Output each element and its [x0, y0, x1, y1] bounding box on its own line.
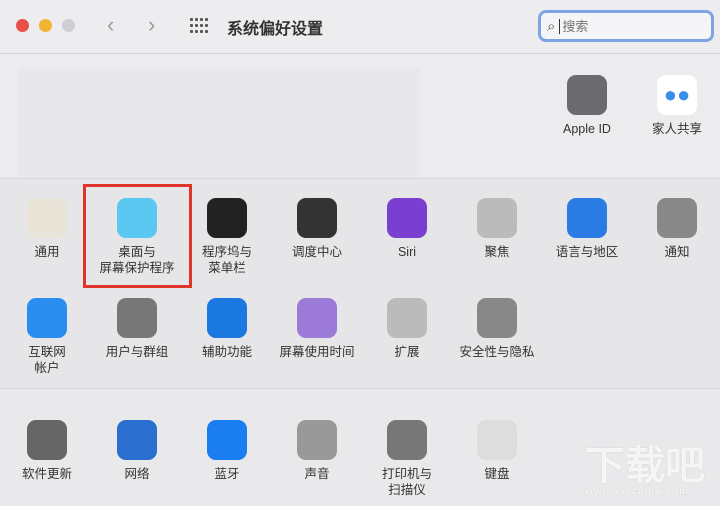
search-icon: ⌕ [547, 17, 556, 35]
pref-label: 屏幕使用时间 [279, 345, 355, 359]
pref-label: 键盘 [484, 467, 510, 481]
network-globe-icon [117, 420, 157, 460]
puzzle-icon [387, 298, 427, 338]
watermark: 下载吧 www.xiazaiba.com [585, 444, 705, 497]
accessibility-icon [207, 298, 247, 338]
highlight-box [83, 184, 192, 288]
pref-label: 声音 [304, 467, 330, 481]
globe-flag-icon [567, 198, 607, 238]
close-button[interactable] [16, 19, 29, 32]
pref-item[interactable]: 通知 [632, 198, 720, 260]
pref-label: 打印机与 扫描仪 [381, 467, 432, 497]
printer-icon [387, 420, 427, 460]
users-icon [117, 298, 157, 338]
bell-icon [657, 198, 697, 238]
pref-item[interactable]: 网络 [92, 420, 182, 482]
at-icon [27, 298, 67, 338]
pref-item[interactable]: 屏幕使用时间 [272, 298, 362, 360]
pref-item[interactable]: 扩展 [362, 298, 452, 360]
apple-icon [567, 75, 607, 115]
window-title: 系统偏好设置 [227, 21, 324, 38]
pref-label: 用户与群组 [105, 345, 169, 359]
pref-item[interactable]: 安全性与隐私 [452, 298, 542, 360]
account-section: Apple ID ●● 家人共享 [0, 55, 720, 180]
pref-label: 聚焦 [484, 245, 510, 259]
account-banner [18, 68, 420, 180]
pref-label: 语言与地区 [555, 245, 619, 259]
pref-item[interactable]: 通用 [2, 198, 92, 260]
pref-item[interactable]: 语言与地区 [542, 198, 632, 260]
hourglass-icon [297, 298, 337, 338]
pref-label: 家人共享 [651, 122, 702, 136]
pref-item[interactable]: 键盘 [452, 420, 542, 482]
spotlight-icon [477, 198, 517, 238]
zoom-button[interactable] [62, 19, 75, 32]
pref-label: 通知 [664, 245, 690, 259]
family-icon: ●● [657, 75, 697, 115]
pref-item[interactable]: 聚焦 [452, 198, 542, 260]
pref-label: Siri [397, 245, 417, 259]
show-all-grid-icon[interactable] [190, 18, 208, 34]
back-icon[interactable]: ‹ [107, 12, 114, 38]
search-field[interactable]: ⌕ [538, 10, 714, 42]
pref-item[interactable]: 打印机与 扫描仪 [362, 420, 452, 498]
pref-item[interactable]: 软件更新 [2, 420, 92, 482]
gear-icon [27, 420, 67, 460]
minimize-button[interactable] [39, 19, 52, 32]
pref-label: Apple ID [563, 122, 611, 136]
pref-label: 互联网 帐户 [28, 345, 66, 375]
pref-label: 扩展 [394, 345, 420, 359]
pref-label: 通用 [34, 245, 60, 259]
pref-label: 调度中心 [291, 245, 342, 259]
pref-label: 安全性与隐私 [459, 345, 535, 359]
pref-family-sharing[interactable]: ●● 家人共享 [632, 75, 720, 137]
speaker-icon [297, 420, 337, 460]
search-input[interactable] [559, 18, 700, 34]
mission-control-icon [297, 198, 337, 238]
pref-item[interactable]: 程序坞与 菜单栏 [182, 198, 272, 276]
pref-apple-id[interactable]: Apple ID [542, 75, 632, 137]
dock-icon [207, 198, 247, 238]
pref-item[interactable]: 声音 [272, 420, 362, 482]
pref-item[interactable]: 互联网 帐户 [2, 298, 92, 376]
pref-item[interactable]: Siri [362, 198, 452, 260]
pref-label: 程序坞与 菜单栏 [201, 245, 252, 275]
pref-item[interactable]: 用户与群组 [92, 298, 182, 360]
pref-label: 网络 [124, 467, 150, 481]
pref-item[interactable]: 辅助功能 [182, 298, 272, 360]
pref-label: 蓝牙 [214, 467, 240, 481]
bluetooth-icon [207, 420, 247, 460]
siri-icon [387, 198, 427, 238]
pref-item[interactable]: 蓝牙 [182, 420, 272, 482]
pref-label: 辅助功能 [201, 345, 252, 359]
general-icon [27, 198, 67, 238]
title-bar: ‹ › 系统偏好设置 ⌕ [0, 0, 720, 54]
pref-item[interactable]: 调度中心 [272, 198, 362, 260]
pref-label: 软件更新 [21, 467, 72, 481]
keyboard-icon [477, 420, 517, 460]
forward-icon[interactable]: › [148, 12, 155, 38]
house-lock-icon [477, 298, 517, 338]
